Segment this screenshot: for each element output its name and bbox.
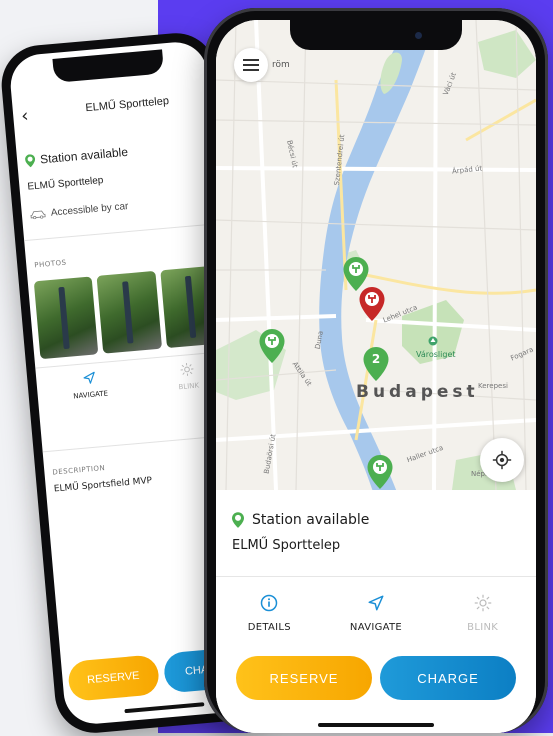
- photo-gallery: [34, 265, 225, 359]
- station-pin-available[interactable]: [258, 328, 286, 364]
- detail-title: ELMŰ Sporttelep: [52, 92, 201, 117]
- description-text: ELMŰ Sportsfield MVP: [54, 476, 153, 495]
- details-button[interactable]: DETAILS: [229, 594, 309, 644]
- reserve-button[interactable]: RESERVE: [67, 654, 160, 702]
- street-label: Kerepesi: [478, 382, 508, 390]
- phone-notch: [52, 49, 164, 82]
- station-bottom-sheet: Station available ELMŰ Sporttelep DETAIL…: [216, 490, 536, 733]
- station-pin-selected[interactable]: [358, 286, 386, 322]
- detail-access: Accessible by car: [29, 194, 210, 221]
- charging-pin-icon: [366, 454, 394, 490]
- map-canvas: [216, 20, 536, 490]
- description-label: DESCRIPTION: [52, 464, 105, 477]
- station-photo[interactable]: [34, 276, 99, 359]
- navigate-button[interactable]: NAVIGATE: [336, 594, 416, 644]
- blink-label: BLINK: [467, 622, 498, 633]
- reserve-button[interactable]: RESERVE: [236, 656, 372, 700]
- home-indicator[interactable]: [124, 702, 204, 713]
- detail-access-text: Accessible by car: [50, 201, 128, 219]
- sun-blink-icon: [180, 362, 195, 377]
- info-icon: [260, 594, 278, 612]
- divider: [216, 576, 536, 577]
- phone-notch: [290, 20, 462, 50]
- details-label: DETAILS: [248, 622, 291, 633]
- sun-blink-icon: [474, 594, 492, 612]
- divider: [24, 223, 220, 241]
- map-phone: röm Váci út Árpád út Bécsi út Szentendre…: [204, 8, 548, 733]
- menu-button[interactable]: [234, 48, 268, 82]
- chevron-left-icon[interactable]: ‹: [20, 105, 29, 127]
- detail-blink-button[interactable]: BLINK: [176, 362, 202, 424]
- map-screen: röm Váci út Árpád út Bécsi út Szentendre…: [216, 20, 536, 733]
- navigate-arrow-icon: [82, 370, 97, 385]
- detail-header: ‹ ELMŰ Sporttelep: [11, 78, 211, 135]
- charging-pin-icon: [358, 286, 386, 322]
- detail-station-name-text: ELMŰ Sporttelep: [27, 175, 104, 193]
- blink-button[interactable]: BLINK: [443, 594, 523, 644]
- city-label: Budapest: [356, 382, 479, 402]
- station-status: Station available: [232, 512, 369, 528]
- detail-status-text: Station available: [40, 145, 129, 167]
- charge-button[interactable]: CHARGE: [380, 656, 516, 700]
- charging-pin-icon: [232, 512, 244, 528]
- sheet-action-buttons: RESERVE CHARGE: [236, 656, 516, 700]
- car-icon: [30, 209, 47, 219]
- charging-pin-icon: [258, 328, 286, 364]
- navigate-label: NAVIGATE: [73, 389, 108, 400]
- map-label-fragment: röm: [272, 60, 290, 70]
- hamburger-menu-icon: [243, 59, 259, 71]
- detail-status: Station available: [25, 138, 207, 168]
- navigate-label: NAVIGATE: [350, 622, 402, 633]
- charging-pin-icon: [25, 153, 36, 167]
- park-icon: [428, 336, 438, 346]
- district-label: Városliget: [416, 350, 456, 359]
- locate-crosshair-icon: [492, 450, 512, 470]
- detail-station-name: ELMŰ Sporttelep: [27, 166, 208, 193]
- locate-button[interactable]: [480, 438, 524, 482]
- station-photo[interactable]: [97, 271, 162, 354]
- sheet-actions: DETAILS NAVIGATE BLINK: [216, 594, 536, 644]
- station-pin-available[interactable]: [366, 454, 394, 490]
- navigate-arrow-icon: [367, 594, 385, 612]
- photos-label: PHOTOS: [34, 259, 67, 270]
- camera-dot: [415, 32, 422, 39]
- cluster-count: 2: [362, 352, 390, 366]
- station-name: ELMŰ Sporttelep: [232, 538, 340, 553]
- home-indicator[interactable]: [318, 723, 434, 727]
- station-cluster-pin[interactable]: 2: [362, 346, 390, 382]
- blink-label: BLINK: [178, 381, 199, 391]
- station-status-text: Station available: [252, 512, 369, 528]
- city-map[interactable]: röm Váci út Árpád út Bécsi út Szentendre…: [216, 20, 536, 490]
- detail-navigate-button[interactable]: NAVIGATE: [71, 370, 111, 433]
